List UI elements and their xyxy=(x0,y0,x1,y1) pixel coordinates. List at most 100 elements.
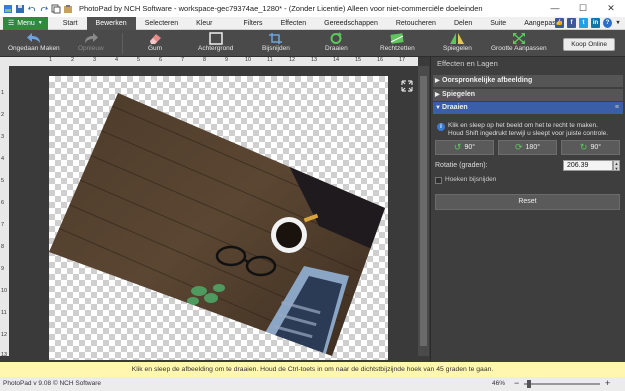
section-label: Oorspronkelijke afbeelding xyxy=(442,77,533,84)
maximize-button[interactable]: ☐ xyxy=(569,0,597,17)
mirror-label: Spiegelen xyxy=(443,45,472,52)
rotate-button[interactable]: Draaien xyxy=(325,32,348,52)
tab-start[interactable]: Start xyxy=(54,17,87,30)
redo-quick-icon[interactable] xyxy=(39,4,49,14)
ruler-tick-label: 2 xyxy=(1,112,5,118)
tab-filters[interactable]: Filters xyxy=(222,17,272,30)
section-label: Spiegelen xyxy=(442,91,476,98)
zoom-slider[interactable] xyxy=(524,383,600,385)
ruler-tick-label: 11 xyxy=(267,57,273,63)
crop-corners-checkbox[interactable] xyxy=(435,177,442,184)
panel-title: Effecten en Lagen xyxy=(437,59,498,68)
tab-kleur[interactable]: Kleur xyxy=(187,17,221,30)
section-rotate[interactable]: ▼ Draaien ≡ xyxy=(433,102,623,114)
ruler-tick-label: 17 xyxy=(399,57,406,63)
info-icon: i xyxy=(437,123,445,131)
undo-label: Ongedaan Maken xyxy=(8,45,60,52)
ruler-tick-label: 9 xyxy=(225,57,229,63)
rotate-180-label: 180° xyxy=(525,144,541,151)
ruler-tick-label: 7 xyxy=(181,57,185,63)
crop-corners-label: Hoeken bijsnijden xyxy=(445,176,497,183)
rotate-label: Draaien xyxy=(325,45,348,52)
eraser-icon xyxy=(150,34,161,44)
resize-label: Grootte Aanpassen xyxy=(491,45,547,52)
section-original-image[interactable]: ▶ Oorspronkelijke afbeelding xyxy=(433,75,623,87)
ruler-tick-label: 6 xyxy=(159,57,163,63)
rotation-input[interactable] xyxy=(563,160,613,171)
tab-delen[interactable]: Delen xyxy=(445,17,481,30)
redo-button[interactable]: Opnieuw xyxy=(78,32,104,52)
facebook-icon[interactable]: f xyxy=(567,18,576,28)
tab-bewerken[interactable]: Bewerken xyxy=(86,16,136,30)
redo-icon xyxy=(84,33,98,43)
straighten-button[interactable]: Rechtzetten xyxy=(380,32,415,52)
title-bar: PhotoPad by NCH Software - workspace-gec… xyxy=(0,0,625,17)
main-menu-label: Menu xyxy=(17,19,35,27)
minimize-button[interactable]: — xyxy=(541,0,569,17)
vertical-scrollbar[interactable] xyxy=(418,66,429,356)
ruler-top: 1 2 3 4 5 6 7 8 9 10 11 12 13 14 15 16 1… xyxy=(20,57,418,66)
linkedin-icon[interactable]: in xyxy=(591,18,600,28)
rotation-stepper[interactable]: ▲ ▼ xyxy=(613,160,620,171)
tab-selecteren[interactable]: Selecteren xyxy=(136,17,187,30)
ruler-tick-label: 6 xyxy=(1,200,5,206)
hamburger-icon: ☰ xyxy=(8,20,15,27)
buy-online-button[interactable]: Koop Online xyxy=(563,38,615,51)
ruler-tick-label: 12 xyxy=(1,332,8,338)
zoom-in-button[interactable]: + xyxy=(605,378,610,388)
main-menu-button[interactable]: ☰ Menu ▼ xyxy=(3,16,48,30)
reset-button[interactable]: Reset xyxy=(435,194,620,210)
undo-quick-icon[interactable] xyxy=(27,4,37,14)
ruler-tick-label: 16 xyxy=(377,57,384,63)
scrollbar-thumb[interactable] xyxy=(420,76,427,346)
crop-icon xyxy=(268,33,282,44)
undo-button[interactable]: Ongedaan Maken xyxy=(8,32,60,52)
chevron-right-icon: ▶ xyxy=(435,78,440,84)
toolbar-divider xyxy=(122,33,123,54)
save-icon[interactable] xyxy=(15,4,25,14)
rotate-left-label: 90° xyxy=(464,144,476,151)
section-mirror[interactable]: ▶ Spiegelen xyxy=(433,89,623,101)
resize-button[interactable]: Grootte Aanpassen xyxy=(491,32,547,52)
document-canvas[interactable] xyxy=(49,76,388,360)
chevron-down-icon: ▼ xyxy=(37,20,43,26)
eraser-button[interactable]: Gum xyxy=(147,32,163,52)
twitter-icon[interactable]: t xyxy=(579,18,588,28)
rotated-photo[interactable] xyxy=(49,76,388,360)
thumbs-up-icon[interactable]: 👍 xyxy=(555,18,564,28)
help-dropdown-icon[interactable]: ▾ xyxy=(615,18,621,28)
help-icon[interactable]: ? xyxy=(603,18,612,28)
mirror-button[interactable]: Spiegelen xyxy=(443,32,472,52)
ruler-tick-label: 3 xyxy=(1,134,5,140)
ruler-left: 1 2 3 4 5 6 7 8 9 10 11 12 13 xyxy=(0,66,9,358)
ruler-tick-label: 2 xyxy=(71,57,75,63)
close-button[interactable]: ✕ xyxy=(597,0,625,17)
fit-to-window-icon[interactable] xyxy=(401,80,413,92)
rotate-180-button[interactable]: ⟳ 180° xyxy=(498,140,557,155)
ruler-tick-label: 15 xyxy=(355,57,362,63)
ruler-tick-label: 8 xyxy=(203,57,207,63)
zoom-slider-thumb[interactable] xyxy=(527,380,531,388)
quick-access-toolbar xyxy=(0,4,73,14)
mirror-icon xyxy=(450,33,465,44)
toolbar: Ongedaan Maken Opnieuw Gum Achtergrond B… xyxy=(0,30,625,57)
ruler-tick-label: 7 xyxy=(1,222,5,228)
section-menu-icon[interactable]: ≡ xyxy=(615,102,619,114)
tab-gereedschappen[interactable]: Gereedschappen xyxy=(315,17,387,30)
rotate-left-90-button[interactable]: ↺ 90° xyxy=(435,140,494,155)
crop-button[interactable]: Bijsnijden xyxy=(262,32,290,52)
background-label: Achtergrond xyxy=(198,45,234,52)
rotate-right-90-button[interactable]: ↻ 90° xyxy=(561,140,620,155)
background-button[interactable]: Achtergrond xyxy=(198,32,233,52)
tab-retoucheren[interactable]: Retoucheren xyxy=(387,17,445,30)
copy-icon[interactable] xyxy=(51,4,61,14)
info-text-line: Houd Shift ingedrukt terwijl u sleept vo… xyxy=(448,130,609,137)
ruler-tick-label: 13 xyxy=(1,352,8,358)
tab-effecten[interactable]: Effecten xyxy=(272,17,316,30)
ruler-tick-label: 13 xyxy=(311,57,318,63)
zoom-out-button[interactable]: − xyxy=(514,378,519,388)
tab-suite[interactable]: Suite xyxy=(481,17,515,30)
paste-icon[interactable] xyxy=(63,4,73,14)
ruler-tick-label: 3 xyxy=(93,57,97,63)
section-label: Draaien xyxy=(442,104,468,111)
